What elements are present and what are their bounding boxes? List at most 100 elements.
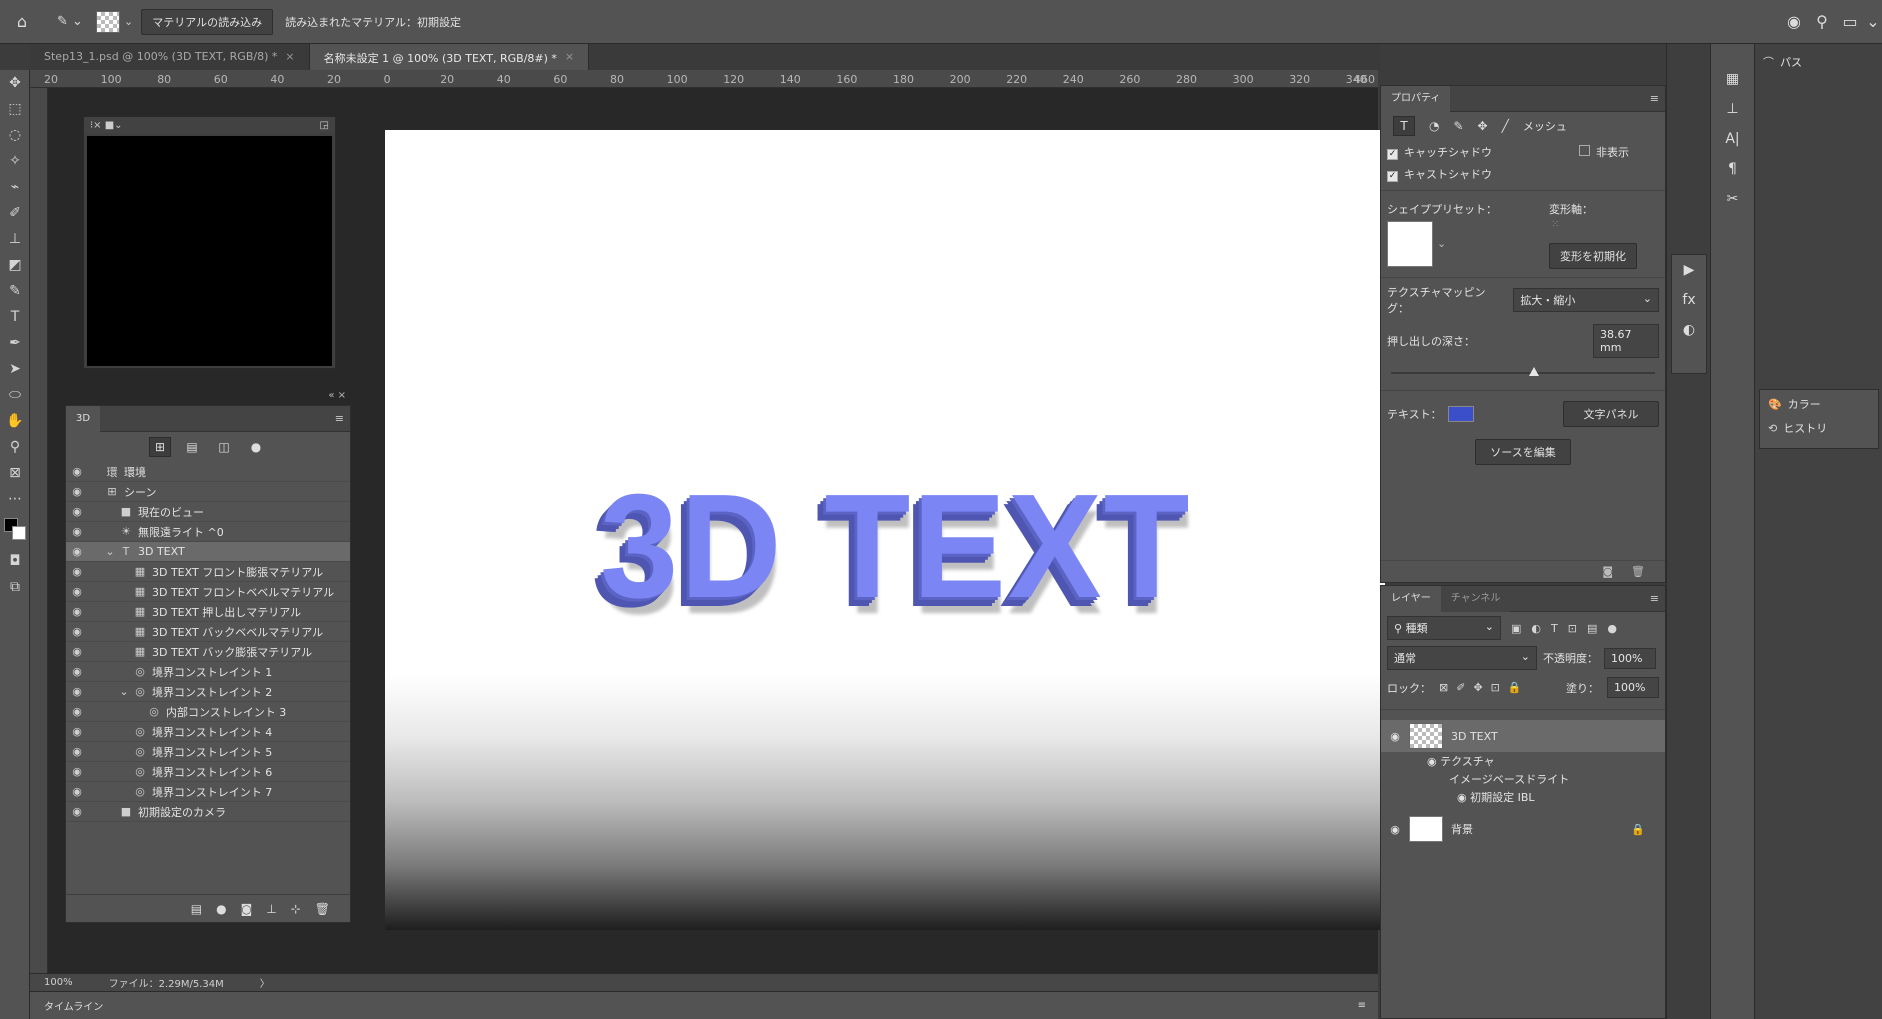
- brush-mode-icon[interactable]: ╱: [1502, 119, 1509, 133]
- path-select-tool-icon[interactable]: ➤: [0, 356, 30, 382]
- status-arrow-icon[interactable]: 〉: [260, 975, 270, 990]
- hand-tool-icon[interactable]: ✋: [0, 408, 30, 434]
- lock-image-icon[interactable]: ✐: [1456, 681, 1465, 694]
- texture-mapping-select[interactable]: 拡大・縮小 ⌄: [1513, 288, 1659, 312]
- material-dropdown-icon[interactable]: ⌄: [124, 15, 133, 28]
- character-icon[interactable]: A|: [1711, 124, 1754, 154]
- filter-pixel-icon[interactable]: ▣: [1511, 622, 1521, 635]
- constraint-icon[interactable]: ⊹: [291, 902, 301, 916]
- close-icon[interactable]: ×: [285, 50, 294, 64]
- scene-tree-item[interactable]: ◉ ◎ 境界コンストレイント 7: [66, 782, 350, 802]
- quick-mask-icon[interactable]: ◘: [0, 548, 30, 574]
- reset-deform-button[interactable]: 変形を初期化: [1549, 243, 1637, 269]
- scene-tree-item[interactable]: ◉ ■ 初期設定のカメラ: [66, 802, 350, 822]
- eye-icon[interactable]: ◉: [1381, 730, 1409, 743]
- layer-texture-group[interactable]: ◉ テクスチャ: [1381, 752, 1665, 770]
- eye-icon[interactable]: ◉: [66, 625, 88, 638]
- scene-tree-item[interactable]: ◉ ◎ 境界コンストレイント 5: [66, 742, 350, 762]
- eye-icon[interactable]: ◉: [66, 585, 88, 598]
- workspace-icon[interactable]: ▭: [1836, 12, 1864, 31]
- expand-caret-icon[interactable]: ⌄: [102, 545, 118, 558]
- scene-tree-item[interactable]: ◉ ⊞ シーン: [66, 482, 350, 502]
- scene-tree-item[interactable]: ◉ 環環境: [66, 462, 350, 482]
- filter-type-icon[interactable]: T: [1551, 622, 1558, 635]
- history-icon[interactable]: ⟲: [1768, 422, 1777, 435]
- filter-smart-icon[interactable]: ▤: [1587, 622, 1597, 635]
- load-material-button[interactable]: マテリアルの読み込み: [141, 8, 274, 35]
- new-mesh-icon[interactable]: ▤: [191, 902, 202, 916]
- tab-channels[interactable]: チャンネル: [1440, 585, 1511, 612]
- drop-to-ground-icon[interactable]: ⊥: [266, 902, 276, 916]
- light-filter-icon[interactable]: ●: [245, 437, 267, 457]
- scene-tree-item[interactable]: ◉ ▦ 3D TEXT フロントベベルマテリアル: [66, 582, 350, 602]
- more-tools-icon[interactable]: ⋯: [0, 486, 30, 512]
- panel-menu-icon[interactable]: ≡: [1650, 92, 1665, 105]
- eye-icon[interactable]: ◉: [66, 645, 88, 658]
- home-icon[interactable]: ⌂: [8, 12, 36, 31]
- eye-icon[interactable]: ◉: [66, 665, 88, 678]
- stamp-tool-icon[interactable]: ⊥: [0, 226, 30, 252]
- panel-menu-icon[interactable]: ≡: [1650, 592, 1665, 605]
- close-icon[interactable]: ×: [565, 50, 574, 64]
- lock-position-icon[interactable]: ✥: [1473, 681, 1482, 694]
- eye-icon[interactable]: ◉: [1427, 755, 1437, 768]
- search-icon[interactable]: ⚲: [1808, 12, 1836, 31]
- material-drop-tool-icon[interactable]: ✎: [0, 278, 30, 304]
- fx-icon[interactable]: fx: [1672, 285, 1706, 315]
- adjust-icon[interactable]: ◐: [1672, 315, 1706, 345]
- lasso-tool-icon[interactable]: ◌: [0, 122, 30, 148]
- slider-thumb[interactable]: [1528, 367, 1539, 376]
- eye-icon[interactable]: ◉: [1381, 823, 1409, 836]
- pen-tool-icon[interactable]: ✒: [0, 330, 30, 356]
- opacity-input[interactable]: 100%: [1604, 647, 1656, 669]
- stamp-icon[interactable]: ⊥: [1711, 94, 1754, 124]
- deform-mode-icon[interactable]: ◔: [1429, 119, 1439, 133]
- paths-label[interactable]: パス: [1780, 54, 1802, 70]
- scene-tree-item[interactable]: ◉ ◎ 境界コンストレイント 1: [66, 662, 350, 682]
- panel-menu-icon[interactable]: ≡: [335, 412, 350, 425]
- eye-icon[interactable]: ◉: [1457, 791, 1467, 804]
- scene-tree-item[interactable]: ◉ ◎ 内部コンストレイント 3: [66, 702, 350, 722]
- scene-tree-item[interactable]: ◉ ◎ 境界コンストレイント 6: [66, 762, 350, 782]
- lock-transparent-icon[interactable]: ⊠: [1439, 681, 1448, 694]
- camera-icon[interactable]: ⁝× ■⌄: [90, 120, 123, 131]
- eye-icon[interactable]: ◉: [66, 485, 88, 498]
- mesh-filter-icon[interactable]: ▤: [181, 437, 203, 457]
- eye-icon[interactable]: ◉: [66, 725, 88, 738]
- lock-all-icon[interactable]: 🔒: [1508, 681, 1522, 694]
- chevron-down-icon[interactable]: ⌄: [1437, 237, 1446, 250]
- deform-axis-grid-icon[interactable]: ⁙: [1551, 219, 1559, 230]
- expand-caret-icon[interactable]: ⌄: [116, 685, 132, 698]
- layer-3d-text[interactable]: ◉ 3D TEXT: [1381, 720, 1665, 752]
- scene-filter-icon[interactable]: ⊞: [149, 437, 171, 457]
- color-swatches[interactable]: [0, 512, 30, 548]
- shape-preset-swatch[interactable]: [1387, 221, 1433, 267]
- character-panel-button[interactable]: 文字パネル: [1563, 401, 1659, 427]
- new-light-icon[interactable]: ●: [216, 902, 226, 916]
- palette-icon[interactable]: 🎨: [1768, 398, 1782, 411]
- eye-icon[interactable]: ◉: [66, 785, 88, 798]
- mesh-mode-icon[interactable]: T: [1393, 116, 1415, 136]
- material-filter-icon[interactable]: ◫: [213, 437, 235, 457]
- fill-input[interactable]: 100%: [1607, 677, 1659, 698]
- workspace-dropdown-icon[interactable]: ⌄: [1864, 12, 1882, 31]
- eye-icon[interactable]: ◉: [66, 765, 88, 778]
- tab-layers[interactable]: レイヤー: [1381, 585, 1441, 612]
- scene-tree-item[interactable]: ◉ ▦ 3D TEXT バック膨張マテリアル: [66, 642, 350, 662]
- extrude-depth-input[interactable]: 38.67 mm: [1593, 324, 1659, 358]
- eraser-tool-icon[interactable]: ◩: [0, 252, 30, 278]
- eye-icon[interactable]: ◉: [66, 565, 88, 578]
- tab-3d[interactable]: 3D: [66, 405, 101, 432]
- screen-mode-icon[interactable]: ⧉: [0, 574, 30, 600]
- eye-icon[interactable]: ◉: [66, 685, 88, 698]
- tab-untitled-1[interactable]: 名称未設定 1 @ 100% (3D TEXT, RGB/8#) * ×: [309, 44, 590, 70]
- 3d-camera-preview[interactable]: ⁝× ■⌄ ◲: [83, 116, 336, 369]
- filter-adjustment-icon[interactable]: ◐: [1531, 622, 1541, 635]
- layer-filter-kind[interactable]: ⚲ 種類 ⌄: [1387, 616, 1501, 640]
- eyedropper-tool-icon[interactable]: ⌁: [0, 174, 30, 200]
- eye-icon[interactable]: ◉: [66, 605, 88, 618]
- user-icon[interactable]: ◉: [1780, 12, 1808, 31]
- scene-tree-item[interactable]: ◉ ▦ 3D TEXT バックベベルマテリアル: [66, 622, 350, 642]
- frame-tool-icon[interactable]: ⊠: [0, 460, 30, 486]
- filter-toggle-icon[interactable]: ●: [1607, 622, 1617, 635]
